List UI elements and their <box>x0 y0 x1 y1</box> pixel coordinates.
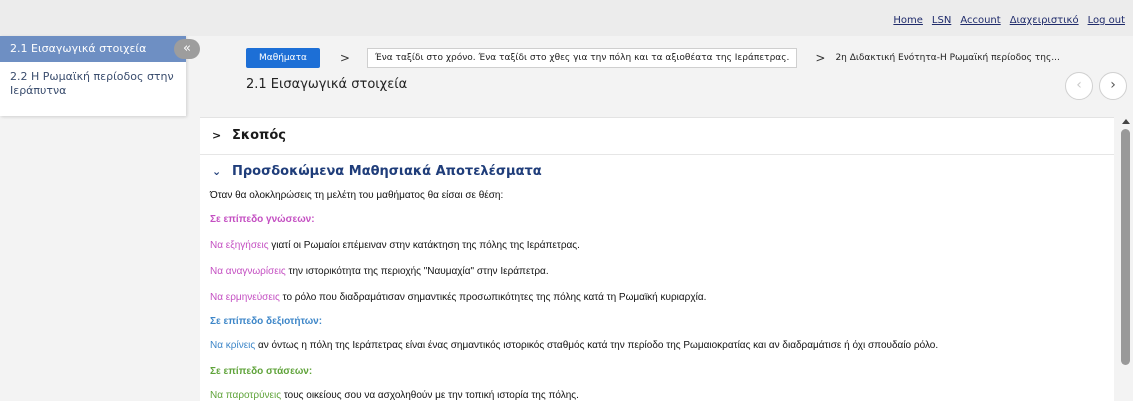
breadcrumb-courses-button[interactable]: Μαθήματα <box>246 48 320 68</box>
item-verb: Να ερμηνεύσεις <box>210 292 280 303</box>
top-nav: Home LSN Account Διαχειριστικό Log out <box>893 15 1125 26</box>
next-page-icon[interactable]: › <box>1099 72 1127 100</box>
list-item: Να κρίνεις αν όντως η πόλη της Ιεράπετρα… <box>210 340 938 351</box>
top-bar: Home LSN Account Διαχειριστικό Log out <box>0 0 1133 36</box>
item-verb: Να εξηγήσεις <box>210 240 269 251</box>
sidebar: 2.1 Εισαγωγικά στοιχεία 2.2 Η Ρωμαϊκή πε… <box>0 36 186 116</box>
scroll-up-icon[interactable] <box>1122 119 1130 124</box>
scrollbar[interactable] <box>1119 117 1133 400</box>
section-purpose-title: Σκοπός <box>232 128 286 143</box>
section-outcomes-header[interactable]: ⌄ Προσδοκώμενα Μαθησιακά Αποτελέσματα <box>212 164 542 179</box>
sidebar-item-roman-period[interactable]: 2.2 Η Ρωμαϊκή περίοδος στην Ιεράπυτνα <box>0 62 186 98</box>
item-text: τους οικείους σου να ασχοληθούν με την τ… <box>281 390 579 401</box>
scroll-thumb[interactable] <box>1121 129 1130 365</box>
list-item: Να εξηγήσεις γιατί οι Ρωμαίοι επέμειναν … <box>210 240 580 251</box>
level-attitudes: Σε επίπεδο στάσεων: <box>210 366 313 377</box>
list-item: Να ερμηνεύσεις το ρόλο που διαδραμάτισαν… <box>210 292 706 303</box>
divider <box>200 154 1114 155</box>
nav-account-link[interactable]: Account <box>960 15 1000 26</box>
breadcrumb-separator-icon: > <box>815 51 826 65</box>
intro-text: Όταν θα ολοκληρώσεις τη μελέτη του μαθήμ… <box>210 190 504 201</box>
nav-home-link[interactable]: Home <box>893 15 923 26</box>
nav-lsn-link[interactable]: LSN <box>932 15 951 26</box>
item-verb: Να αναγνωρίσεις <box>210 266 286 277</box>
content-panel: > Σκοπός ⌄ Προσδοκώμενα Μαθησιακά Αποτελ… <box>200 117 1114 401</box>
level-skills: Σε επίπεδο δεξιοτήτων: <box>210 316 323 327</box>
nav-admin-link[interactable]: Διαχειριστικό <box>1010 15 1079 26</box>
page-title: 2.1 Εισαγωγικά στοιχεία <box>246 77 408 92</box>
breadcrumb-lesson[interactable]: Ένα ταξίδι στο χρόνο. Ένα ταξίδι στο χθε… <box>366 48 798 68</box>
breadcrumb: Μαθήματα > Ένα ταξίδι στο χρόνο. Ένα ταξ… <box>246 48 1060 68</box>
chevron-right-icon: > <box>212 129 222 142</box>
section-purpose-header[interactable]: > Σκοπός <box>212 128 286 143</box>
breadcrumb-separator-icon: > <box>339 51 350 65</box>
previous-page-icon[interactable]: ‹ <box>1065 72 1093 100</box>
chevron-down-icon: ⌄ <box>212 165 222 178</box>
collapse-sidebar-icon[interactable]: « <box>174 39 200 59</box>
item-verb: Να παροτρύνεις <box>210 390 282 401</box>
list-item: Να παροτρύνεις τους οικείους σου να ασχο… <box>210 390 579 401</box>
list-item: Να αναγνωρίσεις την ιστορικότητα της περ… <box>210 266 549 277</box>
level-knowledge: Σε επίπεδο γνώσεων: <box>210 214 315 225</box>
sidebar-item-intro[interactable]: 2.1 Εισαγωγικά στοιχεία <box>0 36 186 62</box>
breadcrumb-unit[interactable]: 2η Διδακτική Ενότητα-Η Ρωμαϊκή περίοδος … <box>835 53 1059 63</box>
item-text: γιατί οι Ρωμαίοι επέμειναν στην κατάκτησ… <box>268 240 580 251</box>
section-outcomes-title: Προσδοκώμενα Μαθησιακά Αποτελέσματα <box>232 164 542 179</box>
item-text: το ρόλο που διαδραμάτισαν σημαντικές προ… <box>279 292 707 303</box>
nav-logout-link[interactable]: Log out <box>1088 15 1125 26</box>
item-text: την ιστορικότητα της περιοχής "Ναυμαχία"… <box>285 266 549 277</box>
item-verb: Να κρίνεις <box>210 340 256 351</box>
item-text: αν όντως η πόλη της Ιεράπετρας είναι ένα… <box>255 340 939 351</box>
